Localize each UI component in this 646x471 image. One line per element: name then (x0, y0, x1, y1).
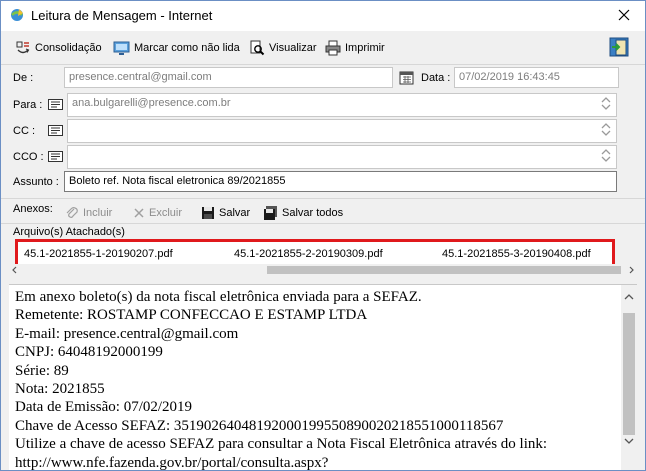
message-line: Data de Emissão: 07/02/2019 (15, 399, 193, 416)
scroll-right-icon[interactable] (627, 266, 635, 274)
excluir-label: Excluir (149, 207, 183, 219)
para-spin-arrows[interactable] (600, 96, 612, 111)
floppy-icon (202, 207, 214, 219)
app-icon (9, 7, 25, 23)
assunto-field[interactable]: Boleto ref. Nota fiscal eletronica 89/20… (64, 171, 617, 192)
message-line: Utilize a chave de acesso SEFAZ para con… (15, 436, 548, 453)
imprimir-button[interactable]: Imprimir (325, 39, 385, 57)
form-separator (1, 198, 645, 199)
address-book-icon[interactable] (48, 151, 63, 162)
data-label: Data : (421, 72, 451, 84)
spin-arrows-icon (601, 149, 611, 162)
salvar-label: Salvar (219, 207, 251, 219)
cco-label: CCO : (13, 151, 44, 163)
anexos-separator (1, 223, 645, 224)
message-line: Remetente: ROSTAMP CONFECCAO E ESTAMP LT… (15, 307, 368, 324)
address-book-icon[interactable] (48, 125, 63, 136)
imprimir-label: Imprimir (345, 42, 385, 54)
attachment-file[interactable]: 45.1-2021855-1-20190207.pdf (24, 248, 173, 260)
scroll-up-icon[interactable] (624, 293, 634, 301)
message-line: Nota: 2021855 (15, 381, 105, 398)
message-line: Em anexo boleto(s) da nota fiscal eletrô… (15, 289, 422, 305)
incluir-label: Incluir (83, 207, 113, 219)
marcar-nao-lida-label: Marcar como não lida (134, 42, 240, 54)
salvar-todos-label: Salvar todos (282, 207, 344, 219)
arquivos-atachados-label: Arquivo(s) Atachado(s) (13, 226, 125, 238)
scroll-down-icon[interactable] (624, 437, 634, 445)
excluir-button[interactable]: Excluir (133, 205, 182, 221)
attachment-list: 45.1-2021855-1-20190207.pdf 45.1-2021855… (15, 239, 615, 267)
close-button[interactable] (615, 6, 633, 24)
message-body[interactable]: Em anexo boleto(s) da nota fiscal eletrô… (9, 284, 637, 470)
data-field[interactable]: 07/02/2019 16:43:45 (454, 67, 619, 88)
window-title: Leitura de Mensagem - Internet (31, 8, 213, 23)
de-label: De : (13, 72, 34, 84)
cc-label: CC : (13, 125, 35, 137)
title-bar: Leitura de Mensagem - Internet (1, 1, 645, 31)
consolidacao-button[interactable]: Consolidação (15, 39, 102, 57)
attachment-hscrollbar[interactable] (9, 264, 637, 276)
spin-arrows-icon (601, 123, 611, 136)
message-line: Série: 89 (15, 362, 69, 379)
floppy-stack-icon (264, 206, 277, 220)
x-icon (134, 208, 144, 218)
address-book-icon[interactable] (48, 99, 63, 110)
de-field[interactable]: presence.central@gmail.com (64, 67, 393, 88)
vscroll-thumb[interactable] (623, 313, 635, 435)
paperclip-icon (66, 207, 78, 218)
message-window: Leitura de Mensagem - Internet Consolida… (0, 0, 646, 471)
message-line: http://www.nfe.fazenda.gov.br/portal/con… (15, 454, 329, 470)
spin-arrows-icon (601, 97, 611, 110)
cco-field[interactable] (67, 145, 617, 169)
scroll-left-icon[interactable] (11, 266, 19, 274)
printer-icon (325, 40, 341, 56)
assunto-label: Assunto : (13, 176, 59, 188)
hscroll-thumb[interactable] (267, 266, 621, 274)
incluir-button[interactable]: Incluir (65, 205, 112, 221)
message-line: CNPJ: 64048192000199 (15, 344, 163, 361)
toolbar: Consolidação Marcar como não lida Visual… (1, 31, 645, 64)
exit-door-icon (609, 37, 629, 57)
message-line: Chave de Acesso SEFAZ: 35190264048192000… (15, 417, 504, 434)
salvar-todos-button[interactable]: Salvar todos (263, 205, 343, 221)
close-icon (618, 9, 630, 21)
cc-field[interactable] (67, 119, 617, 143)
salvar-button[interactable]: Salvar (201, 205, 250, 221)
attachment-file[interactable]: 45.1-2021855-2-20190309.pdf (234, 248, 383, 260)
message-vscrollbar[interactable] (621, 285, 637, 470)
cco-spin-arrows[interactable] (600, 148, 612, 163)
exit-button[interactable] (607, 36, 631, 58)
toolbar-separator (1, 64, 645, 65)
anexos-label: Anexos: (13, 203, 53, 215)
para-label: Para : (13, 99, 43, 111)
monitor-icon (113, 41, 130, 55)
calendar-icon (399, 69, 415, 88)
consolidacao-icon (16, 41, 30, 54)
message-line: E-mail: presence.central@gmail.com (15, 325, 239, 342)
consolidacao-label: Consolidação (35, 42, 102, 54)
cc-spin-arrows[interactable] (600, 122, 612, 137)
attachment-file[interactable]: 45.1-2021855-3-20190408.pdf (442, 248, 591, 260)
para-value: ana.bulgarelli@presence.com.br (72, 97, 231, 109)
visualizar-label: Visualizar (269, 42, 317, 54)
message-text: Em anexo boleto(s) da nota fiscal eletrô… (15, 288, 615, 470)
magnifier-icon (250, 40, 265, 56)
para-field[interactable]: ana.bulgarelli@presence.com.br (67, 93, 617, 117)
visualizar-button[interactable]: Visualizar (249, 39, 317, 57)
marcar-nao-lida-button[interactable]: Marcar como não lida (113, 39, 240, 57)
